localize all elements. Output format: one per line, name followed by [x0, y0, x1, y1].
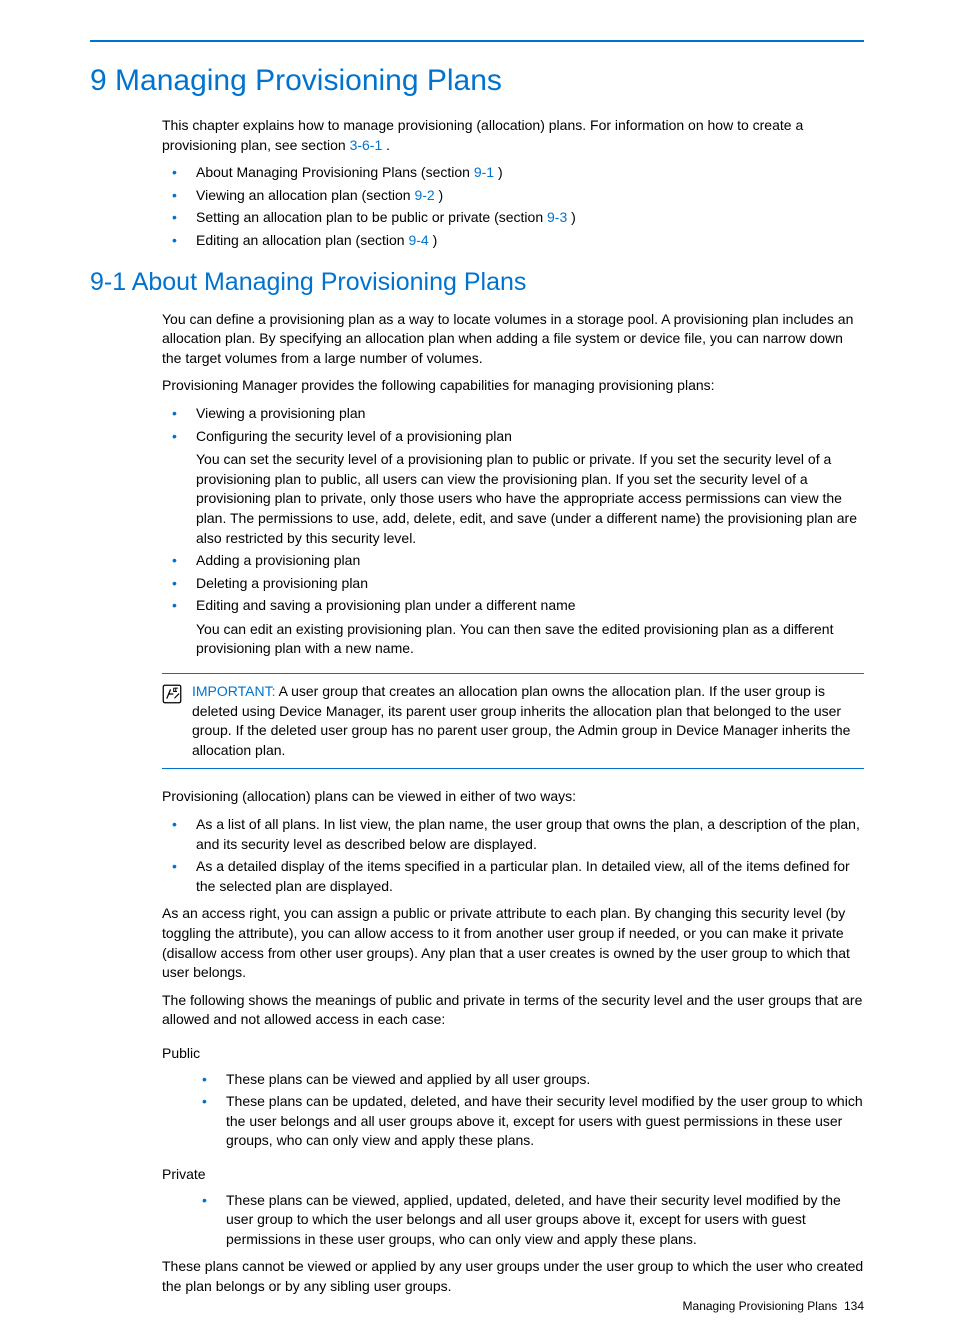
list-item: Configuring the security level of a prov…	[162, 427, 864, 549]
list-item-sub: You can edit an existing provisioning pl…	[196, 620, 864, 659]
paragraph: These plans cannot be viewed or applied …	[162, 1257, 864, 1296]
intro-text: This chapter explains how to manage prov…	[162, 117, 803, 153]
toc-item: About Managing Provisioning Plans (secti…	[162, 163, 864, 183]
important-body: A user group that creates an allocation …	[192, 683, 850, 758]
link-3-6-1[interactable]: 3-6-1	[350, 137, 383, 153]
link-9-4[interactable]: 9-4	[408, 232, 428, 248]
paragraph: As an access right, you can assign a pub…	[162, 904, 864, 982]
top-border	[90, 40, 864, 42]
footer-page-number: 134	[844, 1299, 864, 1313]
toc-text: About Managing Provisioning Plans (secti…	[196, 164, 474, 180]
page-footer: Managing Provisioning Plans 134	[683, 1298, 864, 1315]
toc-text: Viewing an allocation plan (section	[196, 187, 414, 203]
link-9-2[interactable]: 9-2	[414, 187, 434, 203]
toc-after: )	[435, 187, 444, 203]
private-list: These plans can be viewed, applied, upda…	[192, 1191, 864, 1250]
paragraph: You can define a provisioning plan as a …	[162, 310, 864, 369]
list-item: Editing and saving a provisioning plan u…	[162, 596, 864, 659]
document-page: 9 Managing Provisioning Plans This chapt…	[0, 0, 954, 1335]
list-item: Deleting a provisioning plan	[162, 574, 864, 594]
list-item: As a detailed display of the items speci…	[162, 857, 864, 896]
section-body: You can define a provisioning plan as a …	[162, 310, 864, 1297]
list-item: These plans can be viewed and applied by…	[192, 1070, 864, 1090]
toc-item: Editing an allocation plan (section 9-4 …	[162, 231, 864, 251]
toc-after: )	[429, 232, 438, 248]
toc-item: Viewing an allocation plan (section 9-2 …	[162, 186, 864, 206]
public-list: These plans can be viewed and applied by…	[192, 1070, 864, 1151]
important-text: IMPORTANT: A user group that creates an …	[192, 682, 864, 760]
toc-item: Setting an allocation plan to be public …	[162, 208, 864, 228]
intro-block: This chapter explains how to manage prov…	[162, 116, 864, 251]
list-item-sub: You can set the security level of a prov…	[196, 450, 864, 548]
private-label: Private	[162, 1165, 864, 1185]
toc-list: About Managing Provisioning Plans (secti…	[162, 163, 864, 250]
section-heading: 9-1 About Managing Provisioning Plans	[90, 265, 864, 300]
public-label: Public	[162, 1044, 864, 1064]
important-note: IMPORTANT: A user group that creates an …	[162, 673, 864, 769]
list-item-title: Editing and saving a provisioning plan u…	[196, 597, 576, 613]
important-icon	[162, 684, 182, 704]
footer-title: Managing Provisioning Plans	[683, 1299, 838, 1313]
paragraph: Provisioning Manager provides the follow…	[162, 376, 864, 396]
toc-text: Setting an allocation plan to be public …	[196, 209, 547, 225]
link-9-3[interactable]: 9-3	[547, 209, 567, 225]
list-item: These plans can be updated, deleted, and…	[192, 1092, 864, 1151]
toc-text: Editing an allocation plan (section	[196, 232, 408, 248]
intro-after: .	[382, 137, 390, 153]
toc-after: )	[494, 164, 503, 180]
list-item-title: Configuring the security level of a prov…	[196, 428, 512, 444]
link-9-1[interactable]: 9-1	[474, 164, 494, 180]
list-item: Viewing a provisioning plan	[162, 404, 864, 424]
chapter-heading: 9 Managing Provisioning Plans	[90, 60, 864, 102]
views-list: As a list of all plans. In list view, th…	[162, 815, 864, 896]
paragraph: The following shows the meanings of publ…	[162, 991, 864, 1030]
list-item: These plans can be viewed, applied, upda…	[192, 1191, 864, 1250]
list-item: Adding a provisioning plan	[162, 551, 864, 571]
paragraph: Provisioning (allocation) plans can be v…	[162, 787, 864, 807]
important-label: IMPORTANT:	[192, 683, 276, 699]
toc-after: )	[567, 209, 576, 225]
capabilities-list: Viewing a provisioning plan Configuring …	[162, 404, 864, 659]
intro-paragraph: This chapter explains how to manage prov…	[162, 116, 864, 155]
list-item: As a list of all plans. In list view, th…	[162, 815, 864, 854]
